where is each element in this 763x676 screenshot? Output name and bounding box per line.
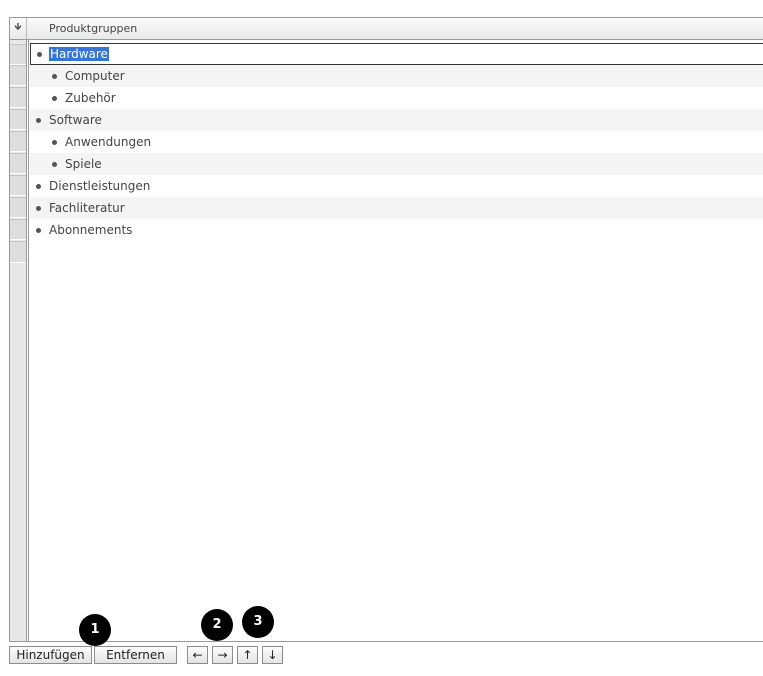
tree-item-computer[interactable]: Computer xyxy=(30,65,763,87)
bullet-icon xyxy=(36,184,41,189)
move-right-button[interactable]: → xyxy=(212,646,233,664)
row-handle[interactable] xyxy=(10,197,26,218)
bullet-icon xyxy=(52,96,57,101)
tree-item-label[interactable]: Spiele xyxy=(65,153,102,175)
tree-item-label[interactable]: Hardware xyxy=(49,47,109,61)
tree-item-hardware[interactable]: Hardware xyxy=(30,43,763,65)
tree-list: Hardware Computer Zubehör Software Anwen… xyxy=(30,43,763,241)
tree-grid: 🡻 Produktgruppen Hardware Computer Zubeh… xyxy=(9,17,763,642)
tree-item-spiele[interactable]: Spiele xyxy=(30,153,763,175)
tree-item-fachliteratur[interactable]: Fachliteratur xyxy=(30,197,763,219)
bullet-icon xyxy=(36,118,41,123)
bullet-icon xyxy=(37,52,42,57)
tree-item-label[interactable]: Dienstleistungen xyxy=(49,175,150,197)
callout-marker-2: 2 xyxy=(201,609,233,641)
bullet-icon xyxy=(52,162,57,167)
tree-item-label[interactable]: Abonnements xyxy=(49,219,132,241)
add-button[interactable]: Hinzufügen xyxy=(9,646,92,664)
row-handle[interactable] xyxy=(10,219,26,240)
row-handle[interactable] xyxy=(10,109,26,130)
tree-item-label[interactable]: Software xyxy=(49,109,102,131)
row-handle[interactable] xyxy=(10,44,26,65)
column-title[interactable]: Produktgruppen xyxy=(49,18,137,39)
tree-item-software[interactable]: Software xyxy=(30,109,763,131)
tree-item-anwendungen[interactable]: Anwendungen xyxy=(30,131,763,153)
bullet-icon xyxy=(52,74,57,79)
tree-item-abonnements[interactable]: Abonnements xyxy=(30,219,763,241)
down-arrow-icon[interactable]: 🡻 xyxy=(10,18,27,39)
row-handle[interactable] xyxy=(10,241,26,263)
move-left-button[interactable]: ← xyxy=(187,646,208,664)
callout-marker-1: 1 xyxy=(79,614,111,646)
tree-item-zubehoer[interactable]: Zubehör xyxy=(30,87,763,109)
tree-item-label[interactable]: Zubehör xyxy=(65,87,116,109)
row-gutter xyxy=(10,40,27,641)
tree-item-label[interactable]: Anwendungen xyxy=(65,131,151,153)
row-handle[interactable] xyxy=(10,87,26,108)
move-up-button[interactable]: ↑ xyxy=(237,646,258,664)
move-down-button[interactable]: ↓ xyxy=(262,646,283,664)
row-handle[interactable] xyxy=(10,175,26,196)
row-handle[interactable] xyxy=(10,131,26,152)
row-handle[interactable] xyxy=(10,65,26,86)
bullet-icon xyxy=(52,140,57,145)
bullet-icon xyxy=(36,206,41,211)
gutter-divider xyxy=(28,40,29,641)
tree-item-dienstleistungen[interactable]: Dienstleistungen xyxy=(30,175,763,197)
grid-header: 🡻 Produktgruppen xyxy=(10,18,763,40)
bullet-icon xyxy=(36,228,41,233)
remove-button[interactable]: Entfernen xyxy=(94,646,177,664)
tree-item-label[interactable]: Fachliteratur xyxy=(49,197,125,219)
row-handle[interactable] xyxy=(10,153,26,174)
callout-marker-3: 3 xyxy=(242,606,274,638)
tree-item-label[interactable]: Computer xyxy=(65,65,125,87)
